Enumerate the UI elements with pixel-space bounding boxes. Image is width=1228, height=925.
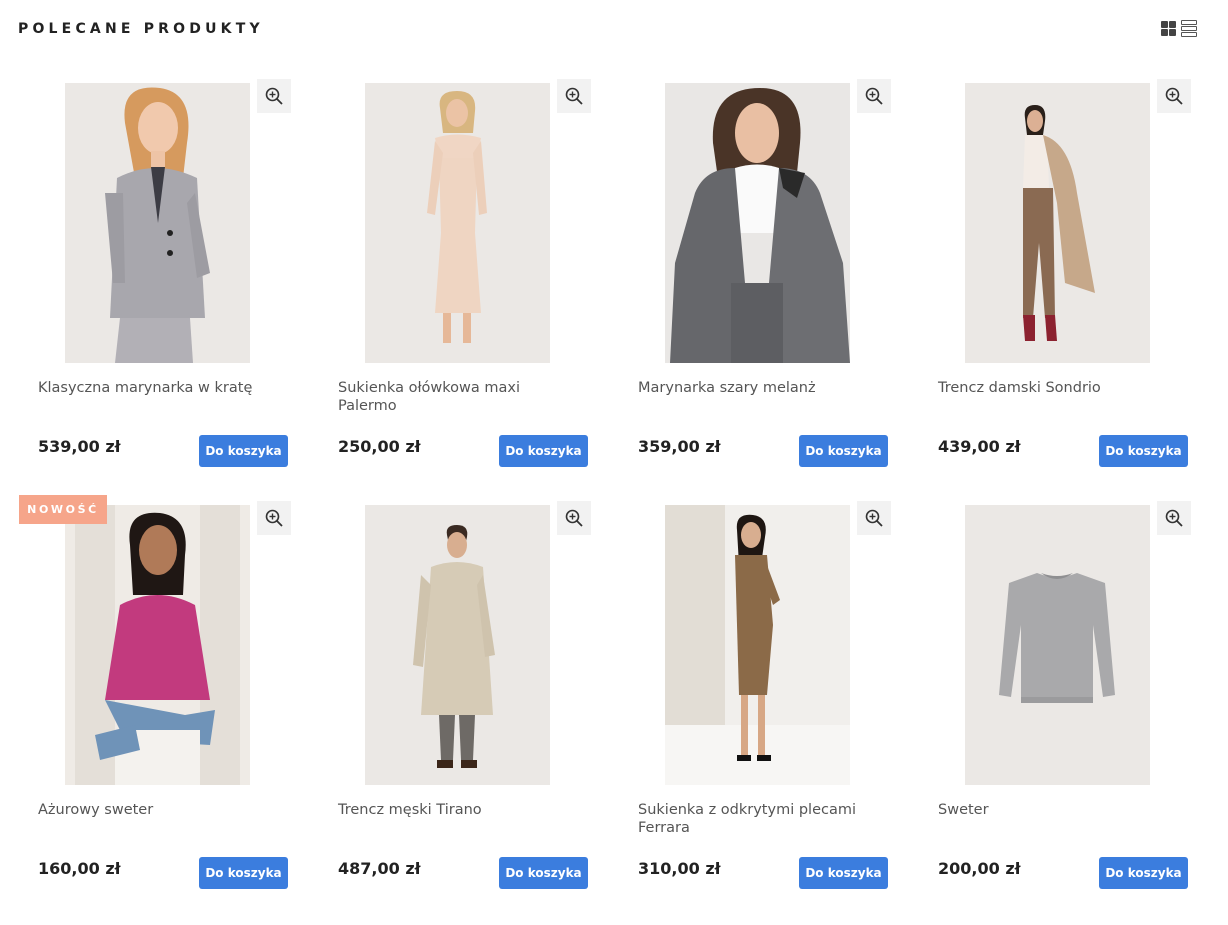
product-price: 439,00 zł xyxy=(938,437,1021,456)
view-toggle xyxy=(1159,19,1199,39)
product-price: 310,00 zł xyxy=(638,859,721,878)
grid-view-icon[interactable] xyxy=(1161,21,1176,36)
product-name[interactable]: Klasyczna marynarka w kratę xyxy=(38,379,268,397)
product-card: Sweter 200,00 zł Do koszyka xyxy=(918,501,1218,925)
zoom-in-icon xyxy=(865,87,883,105)
product-card: Marynarka szary melanż 359,00 zł Do kosz… xyxy=(618,79,918,503)
product-image[interactable] xyxy=(365,505,550,785)
zoom-button[interactable] xyxy=(257,79,291,113)
new-badge: NOWOŚĆ xyxy=(19,495,107,524)
product-name[interactable]: Sukienka ołówkowa maxi Palermo xyxy=(338,379,568,415)
zoom-in-icon xyxy=(265,509,283,527)
product-image[interactable] xyxy=(665,83,850,363)
list-view-icon[interactable] xyxy=(1181,20,1197,37)
zoom-in-icon xyxy=(565,509,583,527)
product-name[interactable]: Trencz męski Tirano xyxy=(338,801,568,819)
product-name[interactable]: Trencz damski Sondrio xyxy=(938,379,1168,397)
product-card: NOWOŚĆ Ażurowy sweter 160,00 zł Do koszy… xyxy=(18,495,318,925)
product-image[interactable] xyxy=(65,505,250,785)
zoom-button[interactable] xyxy=(857,79,891,113)
product-image[interactable] xyxy=(365,83,550,363)
add-to-cart-button[interactable]: Do koszyka xyxy=(199,857,288,889)
zoom-in-icon xyxy=(1165,509,1183,527)
add-to-cart-button[interactable]: Do koszyka xyxy=(1099,435,1188,467)
zoom-button[interactable] xyxy=(257,501,291,535)
zoom-button[interactable] xyxy=(1157,79,1191,113)
product-card: Klasyczna marynarka w kratę 539,00 zł Do… xyxy=(18,79,318,503)
add-to-cart-button[interactable]: Do koszyka xyxy=(499,857,588,889)
product-image[interactable] xyxy=(65,83,250,363)
zoom-in-icon xyxy=(865,509,883,527)
product-card: Sukienka z odkrytymi plecami Ferrara 310… xyxy=(618,501,918,925)
product-price: 487,00 zł xyxy=(338,859,421,878)
product-price: 539,00 zł xyxy=(38,437,121,456)
zoom-button[interactable] xyxy=(1157,501,1191,535)
add-to-cart-button[interactable]: Do koszyka xyxy=(199,435,288,467)
add-to-cart-button[interactable]: Do koszyka xyxy=(1099,857,1188,889)
product-name[interactable]: Sweter xyxy=(938,801,1168,819)
zoom-button[interactable] xyxy=(857,501,891,535)
product-card: Trencz męski Tirano 487,00 zł Do koszyka xyxy=(318,501,618,925)
product-card: Sukienka ołówkowa maxi Palermo 250,00 zł… xyxy=(318,79,618,503)
product-name[interactable]: Ażurowy sweter xyxy=(38,801,268,819)
product-price: 250,00 zł xyxy=(338,437,421,456)
zoom-in-icon xyxy=(265,87,283,105)
product-name[interactable]: Marynarka szary melanż xyxy=(638,379,868,397)
product-card: Trencz damski Sondrio 439,00 zł Do koszy… xyxy=(918,79,1218,503)
zoom-in-icon xyxy=(1165,87,1183,105)
product-name[interactable]: Sukienka z odkrytymi plecami Ferrara xyxy=(638,801,868,837)
add-to-cart-button[interactable]: Do koszyka xyxy=(799,857,888,889)
add-to-cart-button[interactable]: Do koszyka xyxy=(499,435,588,467)
product-price: 359,00 zł xyxy=(638,437,721,456)
product-price: 160,00 zł xyxy=(38,859,121,878)
add-to-cart-button[interactable]: Do koszyka xyxy=(799,435,888,467)
zoom-button[interactable] xyxy=(557,79,591,113)
zoom-in-icon xyxy=(565,87,583,105)
zoom-button[interactable] xyxy=(557,501,591,535)
product-image[interactable] xyxy=(665,505,850,785)
product-price: 200,00 zł xyxy=(938,859,1021,878)
section-header: POLECANE PRODUKTY xyxy=(0,0,1228,60)
product-image[interactable] xyxy=(965,505,1150,785)
section-title: POLECANE PRODUKTY xyxy=(18,21,264,37)
product-image[interactable] xyxy=(965,83,1150,363)
